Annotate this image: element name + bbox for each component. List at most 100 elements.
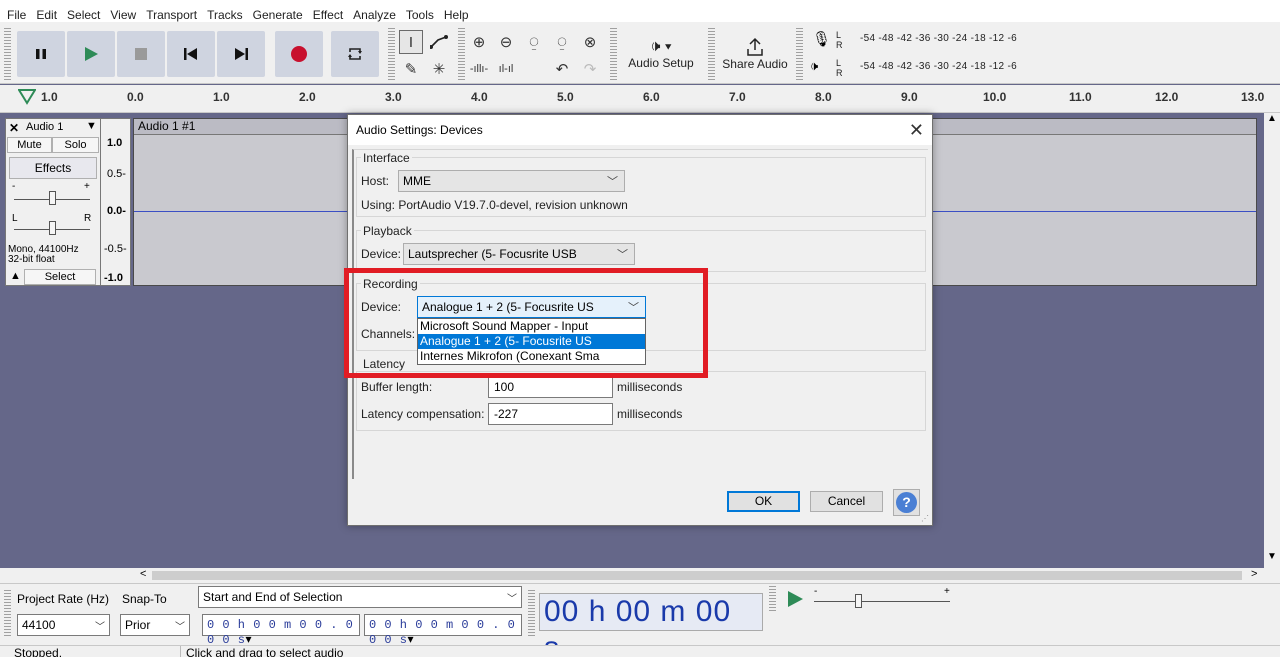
chevron-down-icon: ﹀ bbox=[175, 622, 185, 633]
loop-button[interactable] bbox=[331, 31, 379, 77]
envelope-tool-icon[interactable] bbox=[427, 30, 451, 54]
redo-icon[interactable]: ↷ bbox=[578, 57, 602, 81]
latency-compensation-input[interactable]: -227 bbox=[488, 403, 613, 425]
toolbar-grip[interactable] bbox=[708, 28, 715, 80]
resize-grip-icon[interactable]: ⋰ bbox=[921, 514, 929, 523]
scroll-right-icon[interactable]: > bbox=[1251, 568, 1257, 580]
toolbar-grip[interactable] bbox=[388, 28, 395, 80]
menu-view[interactable]: View bbox=[105, 8, 141, 22]
mute-button[interactable]: Mute bbox=[7, 137, 52, 153]
ruler-tick: 8.0 bbox=[815, 90, 832, 104]
close-icon[interactable]: ✕ bbox=[909, 120, 924, 141]
playback-device-value: Lautsprecher (5- Focusrite USB bbox=[408, 247, 577, 261]
playback-device-label: Device: bbox=[361, 247, 402, 261]
zoom-in-icon[interactable]: ⊕ bbox=[467, 30, 491, 54]
menu-select[interactable]: Select bbox=[62, 8, 105, 22]
ok-button[interactable]: OK bbox=[727, 491, 800, 512]
menu-analyze[interactable]: Analyze bbox=[348, 8, 401, 22]
horizontal-scrollbar[interactable]: < > bbox=[0, 568, 1280, 583]
status-bar: Stopped. Click and drag to select audio bbox=[0, 645, 1280, 657]
menu-tools[interactable]: Tools bbox=[401, 8, 439, 22]
gain-slider[interactable] bbox=[49, 191, 56, 205]
project-rate-select[interactable]: 44100 ﹀ bbox=[17, 614, 110, 636]
annotation-highlight-box bbox=[344, 268, 708, 378]
toolbar-grip[interactable] bbox=[769, 586, 776, 612]
toolbar-grip[interactable] bbox=[796, 28, 803, 80]
pause-icon bbox=[36, 49, 46, 59]
select-track-button[interactable]: Select bbox=[24, 269, 96, 285]
undo-icon[interactable]: ↶ bbox=[550, 57, 574, 81]
chevron-down-icon: ﹀ bbox=[95, 622, 105, 633]
scroll-left-icon[interactable]: < bbox=[140, 568, 146, 580]
menu-transport[interactable]: Transport bbox=[141, 8, 202, 22]
toolbar-grip[interactable] bbox=[610, 28, 617, 80]
toolbar-grip[interactable] bbox=[528, 590, 535, 638]
record-button[interactable] bbox=[275, 31, 323, 77]
recording-meter[interactable]: LR -54 -48 -42 -36 -30 -24 -18 -12 -6 bbox=[836, 30, 1086, 50]
menu-effect[interactable]: Effect bbox=[308, 8, 348, 22]
stop-button[interactable] bbox=[117, 31, 165, 77]
scroll-down-icon[interactable]: ▼ bbox=[1267, 551, 1277, 562]
audio-setup-button[interactable]: 🕩 ▾ Audio Setup bbox=[620, 30, 702, 78]
selection-mode-select[interactable]: Start and End of Selection ﹀ bbox=[198, 586, 522, 608]
cancel-button[interactable]: Cancel bbox=[810, 491, 883, 512]
menu-tracks[interactable]: Tracks bbox=[202, 8, 248, 22]
status-divider bbox=[180, 646, 181, 657]
zoom-toggle-icon[interactable]: ⊗ bbox=[578, 30, 602, 54]
microphone-icon[interactable]: 🎙 bbox=[812, 30, 831, 48]
play-head-icon[interactable] bbox=[18, 89, 36, 105]
zoom-out-icon[interactable]: ⊖ bbox=[494, 30, 518, 54]
speed-slider[interactable] bbox=[855, 594, 862, 608]
play-button[interactable] bbox=[67, 31, 115, 77]
track-name[interactable]: Audio 1 bbox=[26, 121, 63, 133]
buffer-length-input[interactable]: 100 bbox=[488, 376, 613, 398]
silence-audio-icon[interactable]: ıl-ıl bbox=[494, 57, 518, 81]
playback-device-select[interactable]: Lautsprecher (5- Focusrite USB ﹀ bbox=[403, 243, 635, 265]
toolbar: I ✎ ✳ ⊕ ⊖ ⍜ ⍜ ⊗ -ıllı- ıl-ıl ↶ ↷ 🕩 ▾ Aud… bbox=[0, 22, 1280, 84]
scroll-thumb[interactable] bbox=[152, 571, 1242, 580]
track-menu-arrow-icon[interactable]: ▼ bbox=[86, 120, 97, 132]
selection-start-time[interactable]: 0 0 h 0 0 m 0 0 . 0 0 0 s▾ bbox=[202, 614, 360, 647]
toolbar-grip[interactable] bbox=[458, 28, 465, 80]
playback-meter-scale: -54 -48 -42 -36 -30 -24 -18 -12 -6 bbox=[860, 61, 1017, 72]
toolbar-grip[interactable] bbox=[4, 590, 11, 638]
effects-button[interactable]: Effects bbox=[9, 157, 97, 179]
collapse-track-icon[interactable]: ▲ bbox=[10, 270, 21, 282]
fit-selection-icon[interactable]: ⍜ bbox=[522, 30, 546, 54]
help-button[interactable]: ? bbox=[893, 489, 920, 516]
playback-meter[interactable]: LR -54 -48 -42 -36 -30 -24 -18 -12 -6 bbox=[836, 58, 1086, 78]
snap-to-select[interactable]: Prior ﹀ bbox=[120, 614, 190, 636]
menu-edit[interactable]: Edit bbox=[31, 8, 62, 22]
selection-tool-icon[interactable]: I bbox=[399, 30, 423, 54]
play-at-speed-icon[interactable] bbox=[786, 590, 804, 608]
vertical-ruler[interactable]: 1.0 0.5- 0.0- -0.5- -1.0 bbox=[101, 118, 131, 286]
skip-to-start-button[interactable] bbox=[167, 31, 215, 77]
buffer-length-label: Buffer length: bbox=[361, 380, 433, 394]
pause-button[interactable] bbox=[17, 31, 65, 77]
vertical-scrollbar[interactable]: ▲ ▼ bbox=[1264, 113, 1280, 568]
fit-project-icon[interactable]: ⍜ bbox=[550, 30, 574, 54]
solo-button[interactable]: Solo bbox=[52, 137, 99, 153]
dialog-title-bar[interactable]: Audio Settings: Devices bbox=[348, 115, 932, 145]
pan-slider[interactable] bbox=[49, 221, 56, 235]
track-control-panel[interactable]: ✕ Audio 1 ▼ Mute Solo Effects - + L R Mo… bbox=[5, 118, 101, 286]
selection-end-time[interactable]: 0 0 h 0 0 m 0 0 . 0 0 0 s▾ bbox=[364, 614, 522, 647]
draw-tool-icon[interactable]: ✎ bbox=[399, 57, 423, 81]
menu-help[interactable]: Help bbox=[439, 8, 474, 22]
share-audio-button[interactable]: Share Audio bbox=[718, 30, 792, 78]
audio-position-display[interactable]: 00 h 00 m 00 s▾ bbox=[539, 593, 763, 657]
share-audio-label: Share Audio bbox=[722, 57, 788, 71]
meter-lr-label: LR bbox=[836, 30, 843, 50]
menu-file[interactable]: File bbox=[2, 8, 31, 22]
multi-tool-icon[interactable]: ✳ bbox=[427, 57, 451, 81]
playback-meter-speaker-icon[interactable]: 🕩 bbox=[810, 58, 818, 74]
trim-outside-icon[interactable]: -ıllı- bbox=[467, 57, 491, 81]
toolbar-grip[interactable] bbox=[4, 28, 11, 80]
scroll-up-icon[interactable]: ▲ bbox=[1267, 113, 1277, 124]
skip-to-end-button[interactable] bbox=[217, 31, 265, 77]
close-track-icon[interactable]: ✕ bbox=[9, 121, 19, 135]
host-select[interactable]: MME ﹀ bbox=[398, 170, 625, 192]
menu-generate[interactable]: Generate bbox=[248, 8, 308, 22]
portaudio-version-text: Using: PortAudio V19.7.0-devel, revision… bbox=[361, 198, 628, 212]
timeline-ruler[interactable]: 1.0 0.0 1.0 2.0 3.0 4.0 5.0 6.0 7.0 8.0 … bbox=[0, 85, 1280, 113]
